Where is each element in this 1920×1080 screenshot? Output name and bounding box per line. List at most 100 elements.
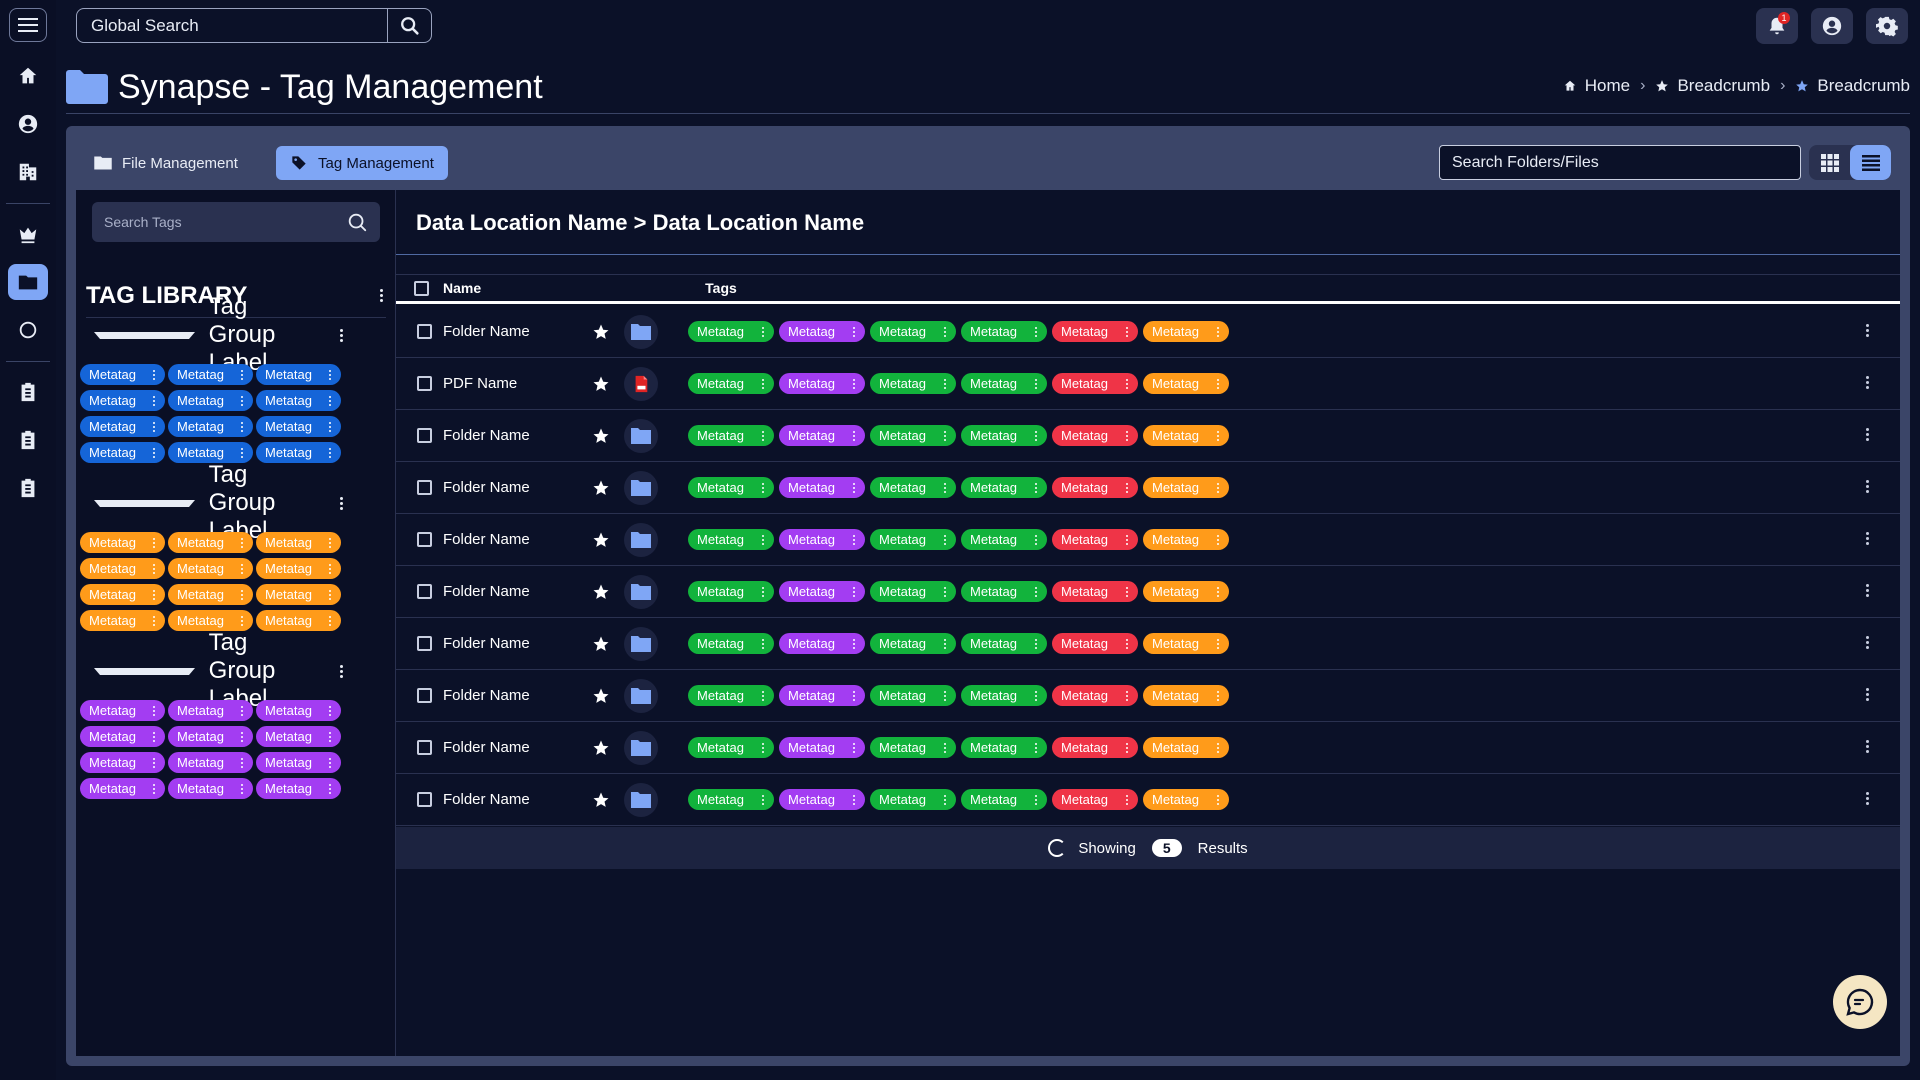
metatag-chip[interactable]: Metatag [779,737,865,758]
column-header-name[interactable]: Name [443,280,481,296]
metatag-chip[interactable]: Metatag [688,321,774,342]
more-options-icon[interactable] [237,563,247,574]
clipboard-icon[interactable] [8,470,48,506]
table-row[interactable]: Folder Name Metatag Metatag Metatag Metatag M… [396,410,1900,462]
metatag-chip[interactable]: Metatag [80,752,165,773]
metatag-chip[interactable]: Metatag [1052,321,1138,342]
metatag-chip[interactable]: Metatag [80,364,165,385]
more-options-icon[interactable] [237,783,247,794]
metatag-chip[interactable]: Metatag [870,373,956,394]
metatag-chip[interactable]: Metatag [688,789,774,810]
more-options-icon[interactable] [849,430,859,441]
home-icon[interactable] [8,58,48,94]
metatag-chip[interactable]: Metatag [779,477,865,498]
folder-icon[interactable] [8,264,48,300]
more-options-icon[interactable] [149,369,159,380]
more-options-icon[interactable] [325,757,335,768]
metatag-chip[interactable]: Metatag [1143,633,1229,654]
breadcrumb-home[interactable]: Home [1563,76,1630,96]
star-icon[interactable] [592,323,610,341]
more-options-icon[interactable] [940,534,950,545]
more-options-icon[interactable] [325,395,335,406]
metatag-chip[interactable]: Metatag [779,581,865,602]
metatag-chip[interactable]: Metatag [168,558,253,579]
metatag-chip[interactable]: Metatag [256,364,341,385]
more-options-icon[interactable] [940,378,950,389]
star-icon[interactable] [592,687,610,705]
more-options-icon[interactable] [849,586,859,597]
table-row[interactable]: Folder Name Metatag Metatag Metatag Metatag M… [396,514,1900,566]
metatag-chip[interactable]: Metatag [80,584,165,605]
more-options-icon[interactable] [237,447,247,458]
more-options-icon[interactable] [1862,688,1872,701]
more-options-icon[interactable] [849,534,859,545]
metatag-chip[interactable]: Metatag [1052,789,1138,810]
more-options-icon[interactable] [149,589,159,600]
more-options-icon[interactable] [1862,376,1872,389]
search-button[interactable] [387,9,431,42]
chevron-down-icon[interactable] [94,331,195,339]
item-name[interactable]: Folder Name [443,479,530,496]
more-options-icon[interactable] [1122,534,1132,545]
metatag-chip[interactable]: Metatag [256,442,341,463]
metatag-chip[interactable]: Metatag [168,752,253,773]
breadcrumb-item[interactable]: Breadcrumb [1795,76,1910,96]
more-options-icon[interactable] [1213,430,1223,441]
table-row[interactable]: Folder Name Metatag Metatag Metatag Metatag M… [396,566,1900,618]
metatag-chip[interactable]: Metatag [1143,789,1229,810]
metatag-chip[interactable]: Metatag [779,529,865,550]
metatag-chip[interactable]: Metatag [80,416,165,437]
metatag-chip[interactable]: Metatag [1052,685,1138,706]
more-options-icon[interactable] [149,757,159,768]
more-options-icon[interactable] [1031,534,1041,545]
more-options-icon[interactable] [758,638,768,649]
more-options-icon[interactable] [758,378,768,389]
more-options-icon[interactable] [849,326,859,337]
row-checkbox[interactable] [417,480,432,495]
metatag-chip[interactable]: Metatag [870,737,956,758]
notifications-button[interactable]: 1 [1756,8,1798,44]
more-options-icon[interactable] [325,705,335,716]
metatag-chip[interactable]: Metatag [870,581,956,602]
more-options-icon[interactable] [149,537,159,548]
row-checkbox[interactable] [417,636,432,651]
more-options-icon[interactable] [149,447,159,458]
metatag-chip[interactable]: Metatag [256,390,341,411]
item-name[interactable]: Folder Name [443,635,530,652]
metatag-chip[interactable]: Metatag [688,633,774,654]
metatag-chip[interactable]: Metatag [168,532,253,553]
metatag-chip[interactable]: Metatag [961,425,1047,446]
item-name[interactable]: Folder Name [443,791,530,808]
star-icon[interactable] [592,427,610,445]
more-options-icon[interactable] [1031,638,1041,649]
grid-view-button[interactable] [1809,145,1850,180]
more-options-icon[interactable] [1862,636,1872,649]
more-options-icon[interactable] [149,421,159,432]
metatag-chip[interactable]: Metatag [1143,737,1229,758]
metatag-chip[interactable]: Metatag [168,364,253,385]
metatag-chip[interactable]: Metatag [168,726,253,747]
item-name[interactable]: PDF Name [443,375,517,392]
metatag-chip[interactable]: Metatag [80,726,165,747]
more-options-icon[interactable] [325,731,335,742]
metatag-chip[interactable]: Metatag [779,373,865,394]
table-row[interactable]: Folder Name Metatag Metatag Metatag Metatag M… [396,670,1900,722]
metatag-chip[interactable]: Metatag [961,373,1047,394]
more-options-icon[interactable] [1213,482,1223,493]
more-options-icon[interactable] [940,690,950,701]
row-checkbox[interactable] [417,324,432,339]
more-options-icon[interactable] [1122,586,1132,597]
more-options-icon[interactable] [849,690,859,701]
more-options-icon[interactable] [758,586,768,597]
metatag-chip[interactable]: Metatag [688,685,774,706]
metatag-chip[interactable]: Metatag [168,700,253,721]
tag-group-header[interactable]: Tag Group Label [86,293,386,376]
more-options-icon[interactable] [940,482,950,493]
more-options-icon[interactable] [1862,428,1872,441]
more-options-icon[interactable] [849,742,859,753]
metatag-chip[interactable]: Metatag [256,416,341,437]
table-row[interactable]: PDF Name Metatag Metatag Metatag Metatag Meta… [396,358,1900,410]
global-search-input[interactable]: Global Search [76,8,432,43]
more-options-icon[interactable] [297,496,386,510]
metatag-chip[interactable]: Metatag [168,442,253,463]
